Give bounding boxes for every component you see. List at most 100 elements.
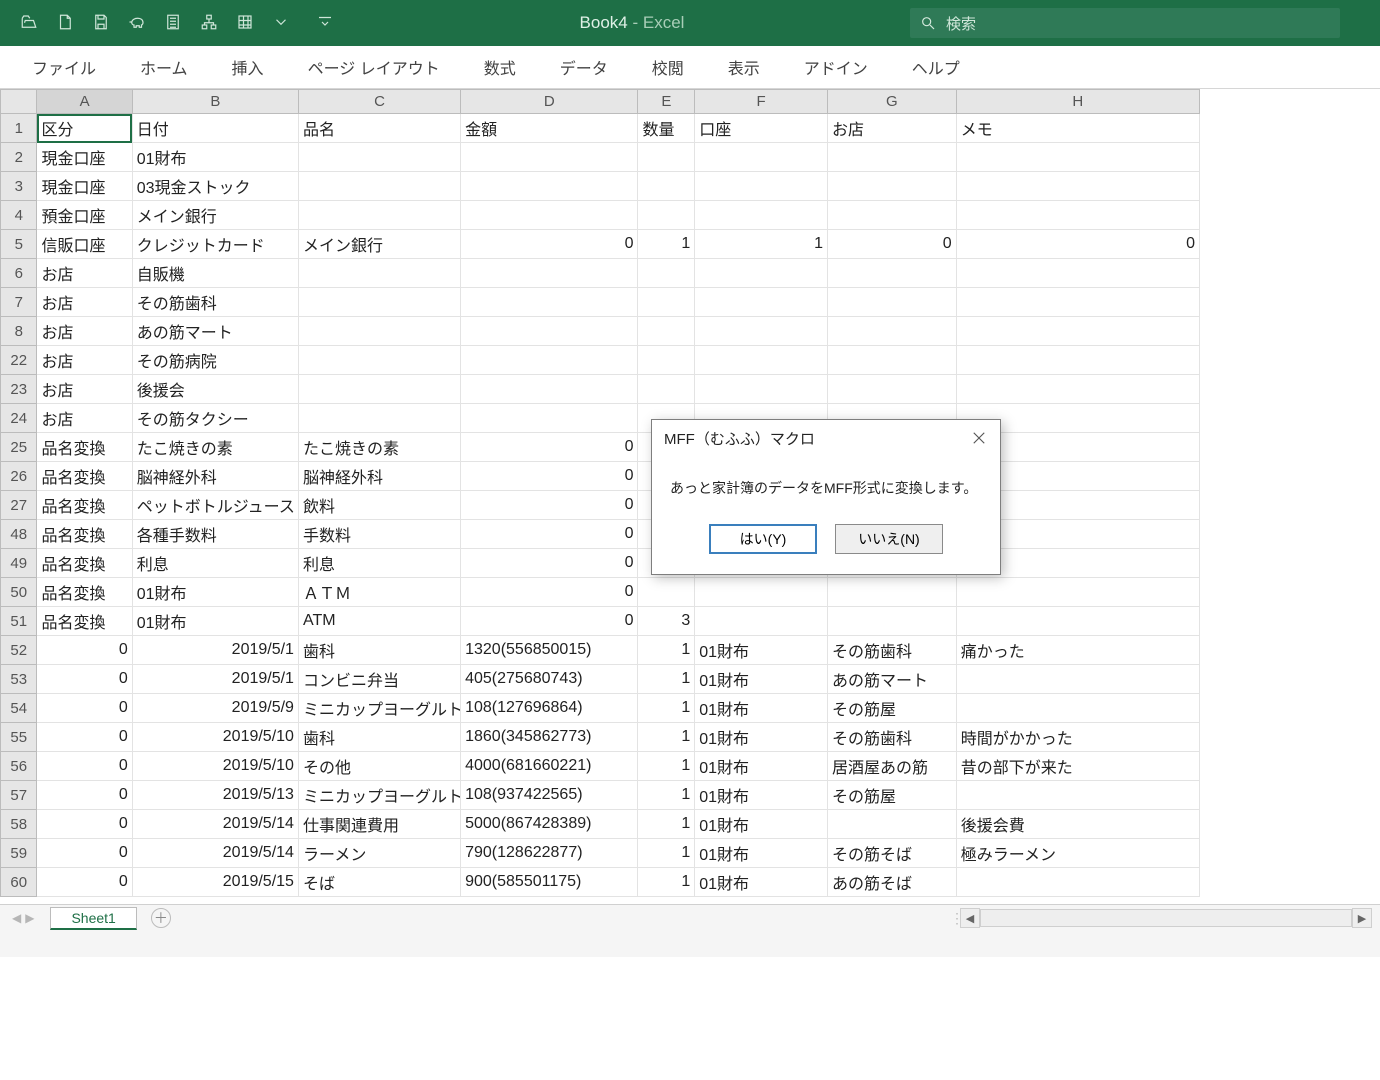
row-header[interactable]: 51 <box>1 607 37 636</box>
cell[interactable]: 0 <box>461 607 638 636</box>
cell[interactable] <box>638 172 695 201</box>
cell[interactable] <box>956 172 1199 201</box>
cell[interactable] <box>461 375 638 404</box>
ribbon-tab[interactable]: ホーム <box>118 45 210 89</box>
cell[interactable] <box>298 172 460 201</box>
cell[interactable]: 01財布 <box>695 636 828 665</box>
cell[interactable] <box>956 781 1199 810</box>
cell[interactable]: 手数料 <box>298 520 460 549</box>
cell[interactable]: 01財布 <box>695 781 828 810</box>
row-header[interactable]: 57 <box>1 781 37 810</box>
cell[interactable]: 108(127696864) <box>461 694 638 723</box>
cell[interactable]: 品名 <box>298 114 460 143</box>
cell[interactable]: お店 <box>37 259 132 288</box>
cell[interactable]: お店 <box>37 375 132 404</box>
cell[interactable] <box>827 201 956 230</box>
cell[interactable]: 1320(556850015) <box>461 636 638 665</box>
cell[interactable] <box>461 143 638 172</box>
cell[interactable] <box>695 172 828 201</box>
cell[interactable] <box>956 143 1199 172</box>
search-box[interactable]: 検索 <box>910 8 1340 38</box>
cell[interactable]: 後援会費 <box>956 810 1199 839</box>
sheet-nav-arrows[interactable]: ◀▶ <box>0 911 46 925</box>
cell[interactable]: 信販口座 <box>37 230 132 259</box>
cell[interactable]: 0 <box>461 578 638 607</box>
cell[interactable] <box>638 317 695 346</box>
cell[interactable]: 01財布 <box>695 665 828 694</box>
ribbon-tab[interactable]: ファイル <box>10 45 118 89</box>
ribbon-tab[interactable]: 数式 <box>462 45 538 89</box>
cell[interactable]: 1 <box>638 694 695 723</box>
cell[interactable]: その筋屋 <box>827 781 956 810</box>
ribbon-tab[interactable]: ヘルプ <box>890 45 982 89</box>
row-header[interactable]: 25 <box>1 433 37 462</box>
cell[interactable] <box>956 868 1199 897</box>
cell[interactable]: 01財布 <box>695 839 828 868</box>
ribbon-tab[interactable]: 校閲 <box>630 45 706 89</box>
column-header[interactable]: C <box>298 90 460 114</box>
cell[interactable] <box>956 346 1199 375</box>
cell[interactable] <box>638 346 695 375</box>
cell[interactable] <box>827 810 956 839</box>
cell[interactable]: お店 <box>37 404 132 433</box>
cell[interactable] <box>298 143 460 172</box>
cell[interactable]: 4000(681660221) <box>461 752 638 781</box>
row-header[interactable]: 58 <box>1 810 37 839</box>
cell[interactable]: 時間がかかった <box>956 723 1199 752</box>
cell[interactable] <box>695 375 828 404</box>
row-header[interactable]: 4 <box>1 201 37 230</box>
new-file-icon[interactable] <box>56 13 74 34</box>
cell[interactable]: 0 <box>956 230 1199 259</box>
row-header[interactable]: 8 <box>1 317 37 346</box>
cell[interactable]: 現金口座 <box>37 172 132 201</box>
cell[interactable]: 極みラーメン <box>956 839 1199 868</box>
customize-qat-icon[interactable] <box>316 13 334 34</box>
cell[interactable]: 0 <box>37 781 132 810</box>
row-header[interactable]: 60 <box>1 868 37 897</box>
cell[interactable]: 自販機 <box>132 259 298 288</box>
cell[interactable]: その筋歯科 <box>827 723 956 752</box>
cell[interactable] <box>298 201 460 230</box>
cell[interactable]: 01財布 <box>695 810 828 839</box>
column-header[interactable]: E <box>638 90 695 114</box>
cell[interactable]: メモ <box>956 114 1199 143</box>
cell[interactable] <box>827 346 956 375</box>
cell[interactable]: 数量 <box>638 114 695 143</box>
column-header[interactable]: B <box>132 90 298 114</box>
piggy-bank-icon[interactable] <box>128 13 146 34</box>
cell[interactable]: 2019/5/1 <box>132 665 298 694</box>
cell[interactable]: 01財布 <box>695 752 828 781</box>
cell[interactable]: 品名変換 <box>37 549 132 578</box>
cell[interactable] <box>638 375 695 404</box>
cell[interactable]: 仕事関連費用 <box>298 810 460 839</box>
cell[interactable]: 01財布 <box>132 578 298 607</box>
cell[interactable] <box>827 172 956 201</box>
cell[interactable] <box>298 317 460 346</box>
save-icon[interactable] <box>92 13 110 34</box>
cell[interactable] <box>461 404 638 433</box>
cell[interactable]: 歯科 <box>298 723 460 752</box>
cell[interactable] <box>638 578 695 607</box>
select-all-corner[interactable] <box>1 90 37 114</box>
cell[interactable]: お店 <box>37 346 132 375</box>
cell[interactable] <box>695 317 828 346</box>
horizontal-scrollbar[interactable]: ⋮ ◀▶ <box>950 908 1372 928</box>
cell[interactable]: 0 <box>461 230 638 259</box>
cell[interactable]: 2019/5/10 <box>132 752 298 781</box>
row-header[interactable]: 59 <box>1 839 37 868</box>
cell[interactable]: 01財布 <box>695 723 828 752</box>
cell[interactable] <box>461 288 638 317</box>
cell[interactable] <box>695 201 828 230</box>
cell[interactable] <box>956 665 1199 694</box>
cell[interactable]: 3 <box>638 607 695 636</box>
cell[interactable]: ATM <box>298 607 460 636</box>
cell[interactable]: 0 <box>461 491 638 520</box>
cell[interactable]: 1 <box>638 810 695 839</box>
cell[interactable]: あの筋マート <box>827 665 956 694</box>
cell[interactable]: 品名変換 <box>37 491 132 520</box>
cell[interactable]: その筋屋 <box>827 694 956 723</box>
cell[interactable] <box>695 259 828 288</box>
row-header[interactable]: 2 <box>1 143 37 172</box>
cell[interactable]: 後援会 <box>132 375 298 404</box>
sheet-tab[interactable]: Sheet1 <box>50 907 136 930</box>
